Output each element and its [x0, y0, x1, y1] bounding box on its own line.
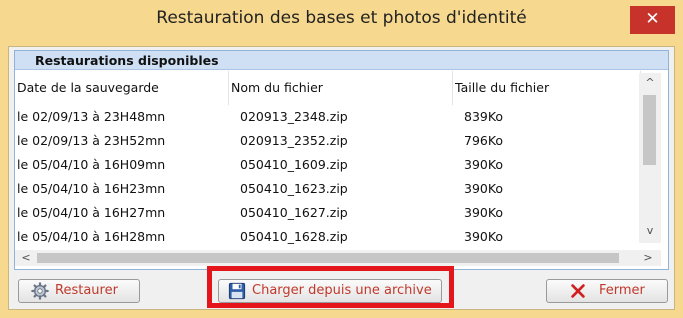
cell-filename: 050410_1623.zip: [240, 181, 348, 196]
cell-size: 390Ko: [464, 157, 504, 172]
cell-size: 839Ko: [464, 109, 504, 124]
group-header: Restaurations disponibles: [15, 51, 668, 70]
scroll-down-icon[interactable]: v: [639, 223, 661, 239]
close-button[interactable]: Fermer: [546, 279, 668, 303]
highlight-box: [207, 266, 454, 308]
cell-date: le 05/04/10 à 16H23mn: [17, 181, 166, 196]
backups-list[interactable]: Date de la sauvegarde Nom du fichier Tai…: [15, 71, 667, 266]
horizontal-scroll-thumb[interactable]: [37, 253, 619, 263]
column-header-date[interactable]: Date de la sauvegarde: [15, 71, 229, 105]
cell-filename: 050410_1609.zip: [240, 157, 348, 172]
column-header-filename[interactable]: Nom du fichier: [229, 71, 453, 105]
cell-date: le 05/04/10 à 16H09mn: [17, 157, 166, 172]
table-row[interactable]: le 02/09/13 à 23H48mn 020913_2348.zip 83…: [15, 105, 641, 129]
close-label: Fermer: [599, 283, 645, 298]
close-icon: ✕: [645, 9, 660, 29]
table-row[interactable]: le 05/04/10 à 16H27mn 050410_1627.zip 39…: [15, 201, 641, 225]
cell-date: le 05/04/10 à 16H27mn: [17, 205, 166, 220]
table-row[interactable]: le 05/04/10 à 16H28mn 050410_1628.zip 39…: [15, 225, 641, 249]
vertical-scroll-thumb[interactable]: [643, 95, 656, 165]
cell-filename: 050410_1628.zip: [240, 229, 348, 244]
dialog-window: Restauration des bases et photos d'ident…: [0, 0, 683, 318]
cell-filename: 020913_2352.zip: [240, 133, 348, 148]
window-title: Restauration des bases et photos d'ident…: [156, 8, 527, 28]
vertical-scrollbar[interactable]: ^ v: [639, 73, 661, 243]
cell-size: 390Ko: [464, 229, 504, 244]
table-row[interactable]: le 02/09/13 à 23H52mn 020913_2352.zip 79…: [15, 129, 641, 153]
red-x-icon: [571, 284, 585, 298]
scroll-right-icon[interactable]: >: [637, 250, 659, 266]
column-header-size[interactable]: Taille du fichier: [453, 71, 641, 105]
gear-icon: [31, 282, 49, 300]
cell-filename: 020913_2348.zip: [240, 109, 348, 124]
restore-label: Restaurer: [55, 283, 118, 298]
cell-size: 796Ko: [464, 133, 504, 148]
restore-button[interactable]: Restaurer: [18, 279, 140, 303]
table-row[interactable]: le 05/04/10 à 16H09mn 050410_1609.zip 39…: [15, 153, 641, 177]
horizontal-scrollbar[interactable]: < >: [15, 250, 661, 266]
group-title: Restaurations disponibles: [35, 53, 219, 68]
close-window-button[interactable]: ✕: [630, 6, 675, 34]
scroll-up-icon[interactable]: ^: [639, 75, 661, 91]
cell-date: le 02/09/13 à 23H52mn: [17, 133, 166, 148]
cell-size: 390Ko: [464, 181, 504, 196]
cell-filename: 050410_1627.zip: [240, 205, 348, 220]
table-row[interactable]: le 05/04/10 à 16H23mn 050410_1623.zip 39…: [15, 177, 641, 201]
cell-size: 390Ko: [464, 205, 504, 220]
scroll-left-icon[interactable]: <: [15, 250, 37, 266]
cell-date: le 02/09/13 à 23H48mn: [17, 109, 166, 124]
title-bar[interactable]: Restauration des bases et photos d'ident…: [0, 0, 683, 46]
cell-date: le 05/04/10 à 16H28mn: [17, 229, 166, 244]
